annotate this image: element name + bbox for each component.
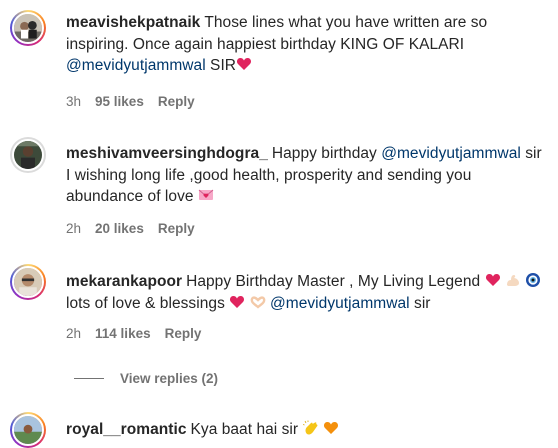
reply-button[interactable]: Reply [158,94,195,109]
heart-icon [485,274,500,286]
comment-username[interactable]: royal__romantic [66,421,187,438]
comment-text: meavishekpatnaik Those lines what you hav… [66,14,488,74]
reply-button[interactable]: Reply [158,221,195,236]
story-ring[interactable] [10,264,46,300]
avatar-frame[interactable] [10,137,46,173]
avatar[interactable] [12,414,44,446]
comment-time: 2h [66,326,82,341]
avatar[interactable] [12,12,44,44]
clapping-hands-icon [302,420,317,435]
heart-icon [237,58,252,70]
likes-count[interactable]: 95 likes [95,94,144,109]
view-replies-label: View replies (2) [120,370,219,386]
replies-divider [74,377,104,379]
story-ring[interactable] [10,10,46,46]
comment-text: royal__romantic Kya baat hai sir [66,419,550,441]
comment-username[interactable]: mekarankapoor [66,273,182,290]
story-ring[interactable] [10,412,46,448]
reply-button[interactable]: Reply [165,326,202,341]
comment-meta: 2h 114 likes Reply [66,325,215,343]
heart-hands-icon [250,295,265,308]
comment-text: meshivamveersinghdogra_ Happy birthday @m… [66,145,542,205]
mention-link[interactable]: @mevidyutjammwal [66,57,206,74]
likes-count[interactable]: 114 likes [95,326,151,341]
comment-time: 3h [66,94,82,109]
mention-link[interactable]: @mevidyutjammwal [381,145,521,162]
comment-username[interactable]: meshivamveersinghdogra_ [66,145,268,162]
likes-count[interactable]: 20 likes [95,221,144,236]
avatar[interactable] [12,266,44,298]
heart-letter-icon [198,189,214,200]
comment-text: mekarankapoor Happy Birthday Master , My … [66,271,550,314]
orange-heart-icon [323,422,338,434]
nazar-amulet-icon [526,273,541,287]
view-replies-button[interactable]: View replies (2) [74,369,218,387]
comment-time: 2h [66,221,82,236]
flexed-biceps-icon [506,275,519,286]
comment-meta: 3h 95 likes Reply [66,93,209,111]
comment-meta: 2h 20 likes Reply [66,220,209,238]
comment-username[interactable]: meavishekpatnaik [66,14,200,31]
heart-icon [230,295,245,308]
mention-link[interactable]: @mevidyutjammwal [270,295,410,312]
avatar[interactable] [12,139,44,171]
